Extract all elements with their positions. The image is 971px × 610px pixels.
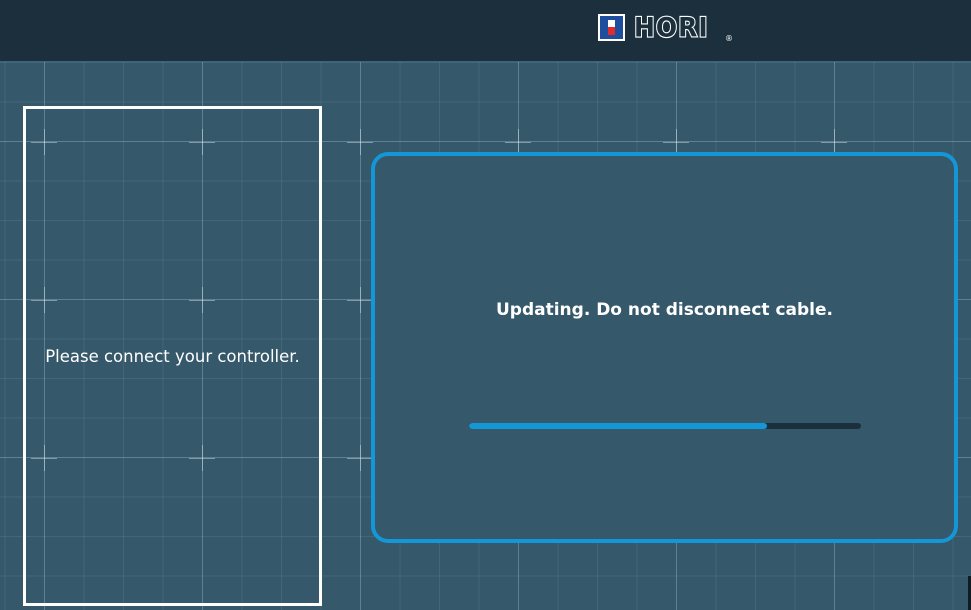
update-status-card: Updating. Do not disconnect cable.	[371, 152, 958, 543]
brand-name: HORI	[633, 11, 709, 44]
grid-cross-icon	[347, 129, 373, 155]
registered-mark: ®	[725, 34, 733, 43]
update-progress-bar	[469, 423, 861, 429]
connect-controller-message: Please connect your controller.	[45, 347, 300, 366]
hori-logo-icon	[598, 14, 625, 41]
app-header: HORI ®	[0, 0, 971, 62]
update-status-message: Updating. Do not disconnect cable.	[495, 300, 833, 320]
update-progress-fill	[469, 423, 767, 429]
controller-panel: Please connect your controller.	[23, 106, 322, 606]
grid-cross-icon	[347, 445, 373, 471]
grid-cross-icon	[347, 287, 373, 313]
